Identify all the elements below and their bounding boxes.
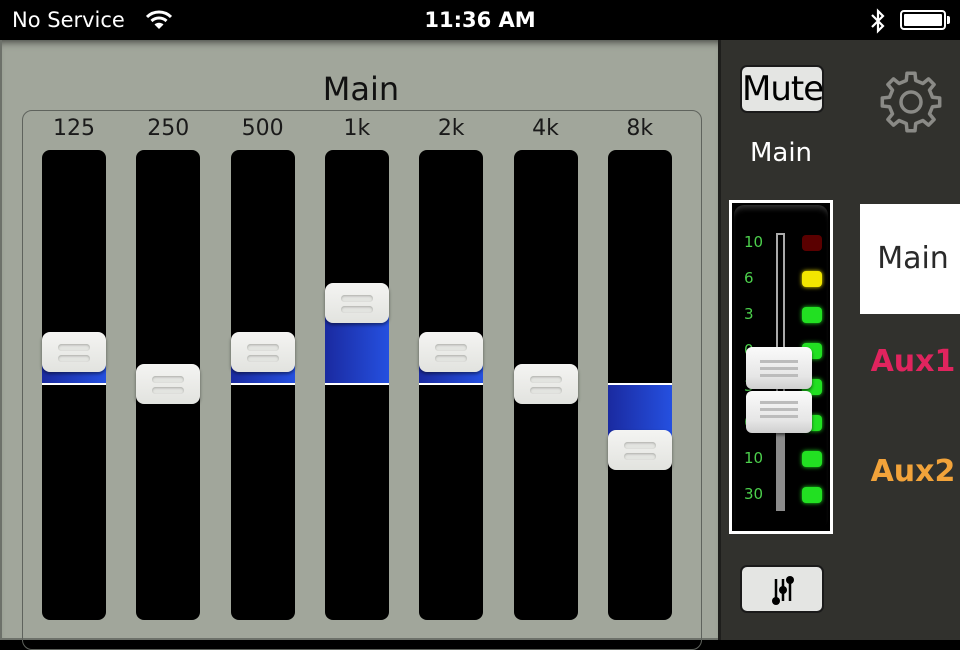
band-label: 1k [343,116,371,141]
meter-led [802,271,822,287]
status-bar: No Service 11:36 AM [0,0,960,40]
fader-knob[interactable] [419,331,484,372]
band-label: 8k [626,116,654,141]
mixer-button[interactable] [740,565,824,613]
sidebar: Mute Main 30106303610 Main Aux1 Aux2 [718,40,960,640]
meter-inner: 30106303610 [734,205,828,529]
level-meter: 30106303610 [729,200,833,534]
fader-knob[interactable] [324,283,389,324]
eq-title: Main [322,70,400,108]
bluetooth-icon [871,8,885,34]
fader-track[interactable] [513,150,578,620]
fader-knob[interactable] [42,331,106,372]
band-label: 4k [532,116,559,141]
knob-grip [340,295,373,303]
knob-grip [435,354,468,362]
fader-knob[interactable] [513,364,578,404]
zero-db-line [230,383,295,385]
fader-track[interactable] [136,150,201,620]
channel-fader-knob[interactable] [746,347,812,389]
knob-grip [58,354,90,362]
knob-grip [152,376,185,383]
knob-grip [529,376,562,383]
knob-grip [152,387,185,394]
meter-scale-label: 10 [744,449,764,467]
fader-knob[interactable] [230,331,295,372]
knob-grip [246,354,279,362]
band-label: 250 [147,116,190,141]
meter-scale-label: 3 [744,305,754,323]
meter-scale-label: 6 [744,269,754,287]
band-label: 125 [53,116,95,141]
meter-led [802,451,822,467]
knob-grip [760,401,798,404]
knob-grip [435,343,468,351]
gear-icon[interactable] [879,70,943,134]
channel-label: Main [749,138,813,168]
knob-grip [760,415,798,418]
fader-knob[interactable] [607,430,672,471]
gear-teeth [880,71,942,133]
fader-track[interactable] [419,150,484,620]
battery-level [904,14,942,26]
fader-track[interactable] [324,150,389,620]
knob-grip [529,387,562,394]
channel-fader-knob-secondary[interactable] [746,391,812,433]
knob-grip [760,360,798,363]
channel-tab-aux1[interactable]: Aux1 [860,344,960,379]
knob-grip [340,306,373,314]
meter-led [802,235,822,251]
knob-grip [623,442,656,450]
band-label: 500 [241,116,284,141]
zero-db-line [419,383,484,385]
fader-track[interactable] [42,150,106,620]
meter-scale-label: 10 [744,233,764,251]
meter-led [802,487,822,503]
fader-track[interactable] [607,150,672,620]
battery-icon [900,10,946,30]
knob-grip [760,367,798,370]
zero-db-line [324,383,389,385]
fader-knob[interactable] [136,364,201,404]
clock: 11:36 AM [424,8,536,32]
zero-db-line [42,383,106,385]
band-label: 2k [437,116,465,141]
eq-panel: Main 125 250 500 1k 2k 4k 8k [0,40,718,650]
fader-track[interactable] [230,150,295,620]
meter-led [802,307,822,323]
knob-grip [623,453,656,461]
zero-db-line [607,383,672,385]
knob-grip [760,408,798,411]
channel-tab-main[interactable]: Main [860,204,960,314]
knob-grip [760,374,798,377]
mute-button[interactable]: Mute [740,65,824,113]
meter-scale-label: 30 [744,485,764,503]
knob-grip [58,343,90,351]
channel-tab-aux2[interactable]: Aux2 [860,454,960,489]
mixer-sliders-icon [772,576,794,605]
battery-tip [947,16,950,24]
knob-grip [246,343,279,351]
